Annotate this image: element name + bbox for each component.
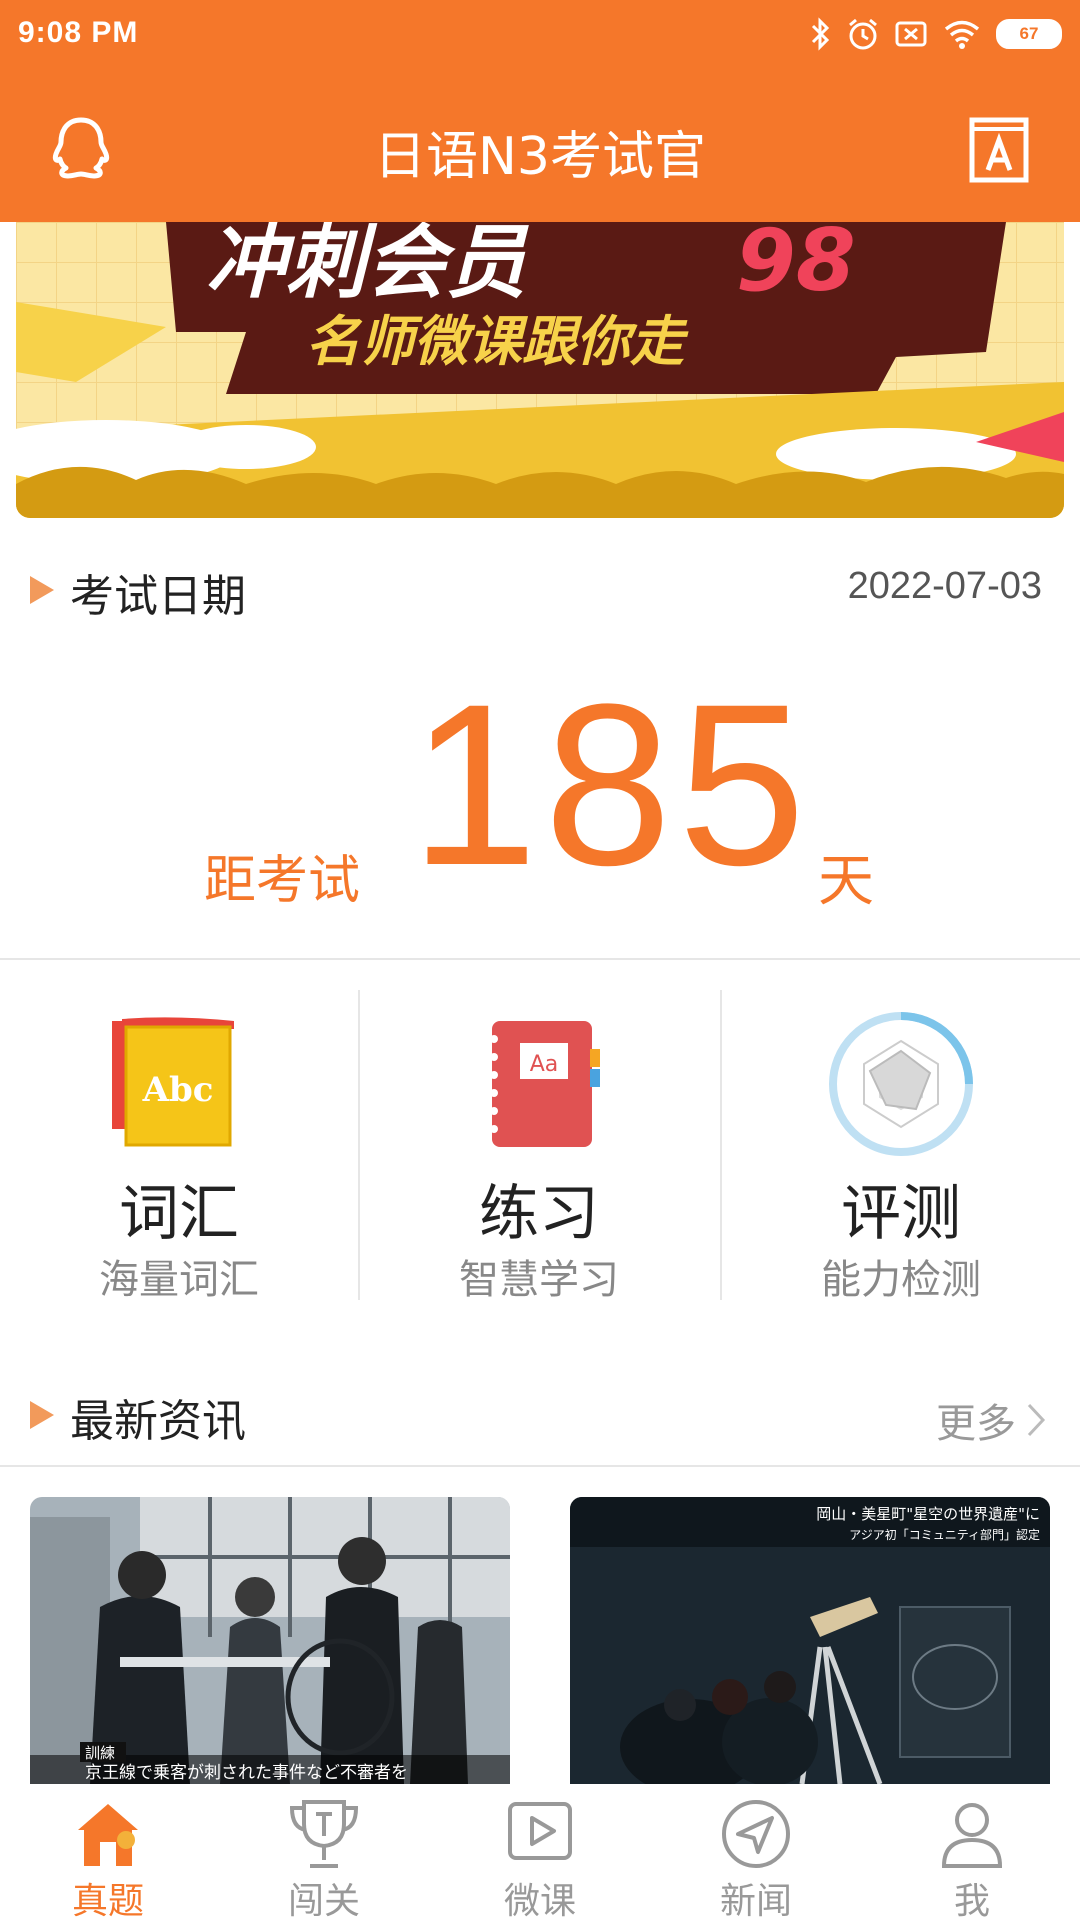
radar-chart-icon bbox=[829, 1012, 973, 1156]
wifi-icon bbox=[944, 20, 980, 49]
countdown-prefix: 距考试 bbox=[204, 851, 361, 911]
news-card[interactable]: 訓練 京王線で乗客が刺された事件など不審者を bbox=[30, 1497, 510, 1784]
tab-questions[interactable]: 真题 bbox=[0, 1784, 216, 1922]
notebook-icon: Aa bbox=[490, 1021, 600, 1147]
tab-me[interactable]: 我 bbox=[864, 1784, 1080, 1922]
app-title: 日语N3考试官 bbox=[374, 127, 706, 187]
person-icon bbox=[941, 1803, 1003, 1868]
banner-subline: 名师微课跟你走 bbox=[306, 310, 689, 373]
feature-title: 评测 bbox=[841, 1179, 961, 1249]
feature-title: 练习 bbox=[479, 1179, 599, 1249]
feature-practice[interactable]: Aa 练习 智慧学习 bbox=[360, 985, 718, 1305]
status-time: 9:08 PM bbox=[18, 16, 139, 49]
banner-art: 冲刺会员 98 名师微课跟你走 bbox=[16, 222, 1064, 518]
alarm-icon bbox=[849, 18, 877, 50]
battery-indicator: 67 bbox=[996, 19, 1062, 49]
play-icon bbox=[508, 1802, 572, 1860]
feature-assessment[interactable]: 评测 能力检测 bbox=[722, 985, 1080, 1305]
more-label: 更多 bbox=[936, 1401, 1016, 1447]
chevron-right-icon bbox=[1027, 1403, 1046, 1437]
status-bar: 9:08 PM 67 bbox=[0, 0, 1080, 70]
news-headline: 岡山・美星町"星空の世界遺産"に bbox=[816, 1505, 1040, 1523]
countdown-days: 185 bbox=[410, 656, 812, 913]
news-tag: 訓練 bbox=[85, 1744, 115, 1762]
sim-off-icon bbox=[895, 21, 927, 47]
feature-subtitle: 智慧学习 bbox=[459, 1257, 619, 1303]
vocab-book-icon: Abc bbox=[112, 1017, 234, 1147]
news-caption: 京王線で乗客が刺された事件など不審者を bbox=[85, 1763, 408, 1783]
tab-news[interactable]: 新闻 bbox=[648, 1784, 864, 1922]
trophy-icon bbox=[289, 1800, 359, 1868]
countdown-unit: 天 bbox=[818, 849, 874, 914]
news-subheadline: アジア初「コミュニティ部門」認定 bbox=[849, 1527, 1040, 1542]
countdown: 距考试 185 天 bbox=[0, 670, 1080, 920]
triangle-bullet-icon bbox=[30, 576, 54, 604]
status-icons: 67 bbox=[810, 14, 1062, 54]
tab-label: 新闻 bbox=[719, 1881, 792, 1922]
news-image: 岡山・美星町"星空の世界遺産"に アジア初「コミュニティ部門」認定 bbox=[570, 1497, 1050, 1784]
notebook-icon-text: Aa bbox=[530, 1052, 559, 1077]
promo-banner[interactable]: 冲刺会员 98 名师微课跟你走 bbox=[16, 222, 1064, 518]
feature-title: 词汇 bbox=[119, 1179, 239, 1249]
news-card[interactable]: 岡山・美星町"星空の世界遺産"に アジア初「コミュニティ部門」認定 bbox=[570, 1497, 1050, 1784]
tab-label: 微课 bbox=[503, 1881, 576, 1922]
divider bbox=[0, 1465, 1080, 1467]
app-bar: 日语N3考试官 bbox=[0, 70, 1080, 222]
tab-challenge[interactable]: 闯关 bbox=[216, 1784, 432, 1922]
tab-micro-course[interactable]: 微课 bbox=[432, 1784, 648, 1922]
exam-date-title: 考试日期 bbox=[70, 571, 246, 622]
send-icon bbox=[722, 1800, 790, 1868]
feature-vocabulary[interactable]: Abc 词汇 海量词汇 bbox=[0, 985, 358, 1305]
home-icon bbox=[78, 1804, 138, 1866]
news-header: 最新资讯 bbox=[0, 1365, 1080, 1465]
banner-headline: 冲刺会员 bbox=[206, 222, 529, 309]
news-title: 最新资讯 bbox=[70, 1396, 246, 1447]
more-link[interactable]: 更多 bbox=[936, 1391, 1048, 1449]
bluetooth-icon bbox=[811, 17, 830, 51]
exam-date-value: 2022-07-03 bbox=[847, 565, 1042, 607]
vocab-icon-text: Abc bbox=[142, 1070, 214, 1110]
tab-label: 真题 bbox=[71, 1881, 144, 1922]
dictionary-icon[interactable] bbox=[968, 116, 1030, 184]
triangle-bullet-icon bbox=[30, 1401, 54, 1429]
news-image: 訓練 京王線で乗客が刺された事件など不審者を bbox=[30, 1497, 510, 1784]
banner-number: 98 bbox=[736, 222, 856, 311]
tab-label: 闯关 bbox=[287, 1881, 360, 1922]
tab-label: 我 bbox=[953, 1881, 990, 1922]
feature-subtitle: 能力检测 bbox=[821, 1257, 981, 1303]
divider bbox=[0, 958, 1080, 960]
bottom-tab-bar: 真题 闯关 微课 新闻 我 bbox=[0, 1784, 1080, 1922]
feature-subtitle: 海量词汇 bbox=[99, 1257, 259, 1303]
